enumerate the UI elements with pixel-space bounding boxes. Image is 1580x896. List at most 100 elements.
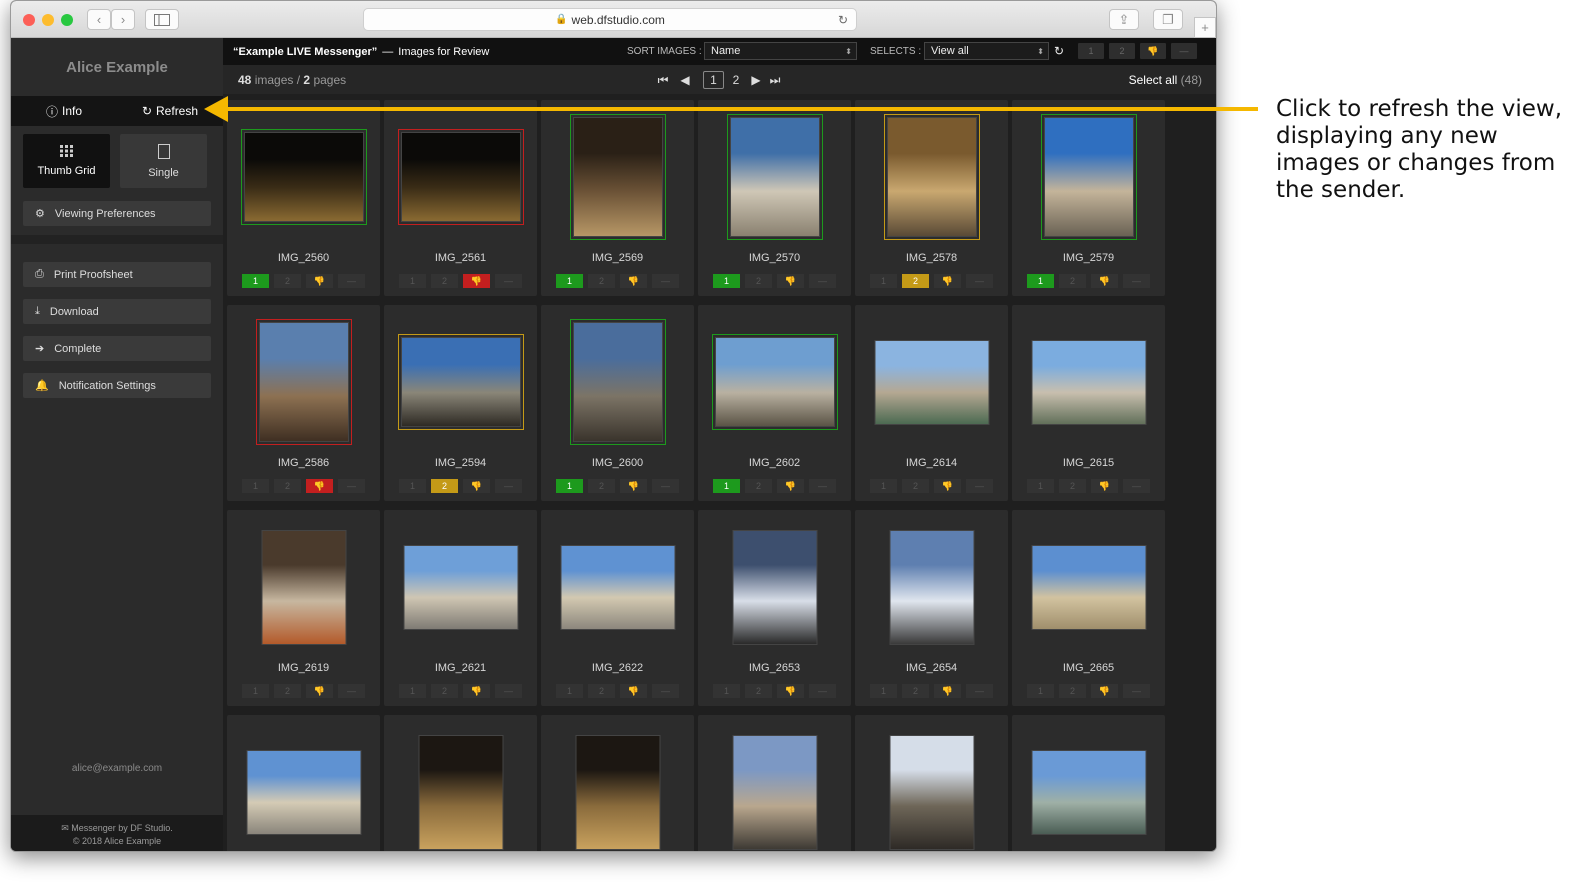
- select-2-button[interactable]: 2: [1059, 274, 1086, 288]
- prev-page-icon[interactable]: ◀: [678, 71, 692, 89]
- thumbs-down-button[interactable]: 👎: [306, 479, 333, 493]
- thumbnail-image[interactable]: [246, 749, 361, 835]
- user-email[interactable]: alice@example.com: [11, 763, 223, 774]
- thumbnail-card[interactable]: [541, 715, 694, 851]
- thumbnail-card[interactable]: [855, 715, 1008, 851]
- clear-select-button[interactable]: —: [1123, 684, 1150, 698]
- thumbs-down-button[interactable]: 👎: [463, 479, 490, 493]
- thumbnail-card[interactable]: IMG_2579 1 2 👎 —: [1012, 100, 1165, 296]
- select-2-button[interactable]: 2: [745, 274, 772, 288]
- thumbnail-card[interactable]: IMG_2586 1 2 👎 —: [227, 305, 380, 501]
- print-proofsheet-button[interactable]: ⎙ Print Proofsheet: [23, 262, 211, 287]
- thumbnail-image[interactable]: [711, 334, 838, 430]
- thumbnail-image[interactable]: [255, 319, 352, 445]
- sidebar-toggle-icon[interactable]: [145, 9, 179, 30]
- thumbnail-card[interactable]: IMG_2602 1 2 👎 —: [698, 305, 851, 501]
- thumb-grid-button[interactable]: Thumb Grid: [23, 134, 110, 188]
- thumbs-down-button[interactable]: 👎: [620, 684, 647, 698]
- select-1-button[interactable]: 1: [242, 274, 269, 288]
- sort-select[interactable]: Name ⬍: [704, 42, 857, 60]
- bulk-thumbs-down-button[interactable]: 👎: [1140, 43, 1166, 59]
- thumbs-down-button[interactable]: 👎: [463, 684, 490, 698]
- address-bar[interactable]: 🔒 web.dfstudio.com ↻: [363, 8, 857, 31]
- new-tab-icon[interactable]: +: [1194, 17, 1216, 38]
- thumbnail-card[interactable]: [227, 715, 380, 851]
- info-tab[interactable]: ⓘ Info: [11, 96, 117, 126]
- viewing-preferences-button[interactable]: ⚙ Viewing Preferences: [23, 201, 211, 226]
- thumbnail-image[interactable]: [397, 129, 524, 225]
- select-2-button[interactable]: 2: [588, 684, 615, 698]
- thumbnail-image[interactable]: [569, 114, 666, 240]
- thumbnail-card[interactable]: IMG_2561 1 2 👎 —: [384, 100, 537, 296]
- select-2-button[interactable]: 2: [274, 479, 301, 493]
- select-1-button[interactable]: 1: [399, 274, 426, 288]
- thumbnail-card[interactable]: IMG_2665 1 2 👎 —: [1012, 510, 1165, 706]
- clear-select-button[interactable]: —: [495, 274, 522, 288]
- select-1-button[interactable]: 1: [1027, 684, 1054, 698]
- page-2-button[interactable]: 2: [729, 71, 743, 89]
- selects-filter-select[interactable]: View all ⬍: [924, 42, 1049, 60]
- thumbnail-card[interactable]: [384, 715, 537, 851]
- next-page-icon[interactable]: ▶: [749, 71, 763, 89]
- select-1-button[interactable]: 1: [556, 684, 583, 698]
- thumbnail-card[interactable]: IMG_2594 1 2 👎 —: [384, 305, 537, 501]
- select-2-button[interactable]: 2: [902, 274, 929, 288]
- clear-select-button[interactable]: —: [1123, 479, 1150, 493]
- forward-icon[interactable]: ›: [111, 9, 135, 30]
- thumbnail-image[interactable]: [575, 734, 660, 850]
- thumbnail-card[interactable]: IMG_2570 1 2 👎 —: [698, 100, 851, 296]
- thumbnail-card[interactable]: IMG_2560 1 2 👎 —: [227, 100, 380, 296]
- thumbnail-card[interactable]: IMG_2578 1 2 👎 —: [855, 100, 1008, 296]
- thumbs-down-button[interactable]: 👎: [934, 684, 961, 698]
- single-view-button[interactable]: Single: [120, 134, 207, 188]
- select-2-button[interactable]: 2: [1059, 684, 1086, 698]
- select-1-button[interactable]: 1: [713, 274, 740, 288]
- thumbs-down-button[interactable]: 👎: [306, 274, 333, 288]
- clear-select-button[interactable]: —: [652, 274, 679, 288]
- select-2-button[interactable]: 2: [431, 274, 458, 288]
- thumbnail-card[interactable]: IMG_2619 1 2 👎 —: [227, 510, 380, 706]
- select-1-button[interactable]: 1: [556, 274, 583, 288]
- clear-select-button[interactable]: —: [809, 479, 836, 493]
- thumbnail-image[interactable]: [732, 734, 817, 850]
- select-1-button[interactable]: 1: [399, 684, 426, 698]
- bulk-select-2-button[interactable]: 2: [1109, 43, 1135, 59]
- thumbs-down-button[interactable]: 👎: [777, 274, 804, 288]
- thumbnail-card[interactable]: IMG_2653 1 2 👎 —: [698, 510, 851, 706]
- thumbnail-image[interactable]: [261, 529, 346, 645]
- select-2-button[interactable]: 2: [431, 479, 458, 493]
- select-1-button[interactable]: 1: [556, 479, 583, 493]
- clear-select-button[interactable]: —: [652, 684, 679, 698]
- share-icon[interactable]: ⇪: [1109, 9, 1139, 30]
- clear-select-button[interactable]: —: [966, 684, 993, 698]
- select-1-button[interactable]: 1: [242, 479, 269, 493]
- close-window-icon[interactable]: [23, 14, 35, 26]
- select-2-button[interactable]: 2: [745, 479, 772, 493]
- thumbs-down-button[interactable]: 👎: [1091, 479, 1118, 493]
- reload-icon[interactable]: ↻: [838, 13, 848, 27]
- thumbnail-card[interactable]: [1012, 715, 1165, 851]
- thumbnail-image[interactable]: [1031, 544, 1146, 630]
- select-1-button[interactable]: 1: [713, 479, 740, 493]
- select-2-button[interactable]: 2: [431, 684, 458, 698]
- zoom-window-icon[interactable]: [61, 14, 73, 26]
- page-1-button[interactable]: 1: [703, 71, 724, 89]
- thumbs-down-button[interactable]: 👎: [1091, 274, 1118, 288]
- select-1-button[interactable]: 1: [870, 684, 897, 698]
- select-1-button[interactable]: 1: [399, 479, 426, 493]
- select-all[interactable]: Select all (48): [1129, 73, 1202, 87]
- select-2-button[interactable]: 2: [588, 274, 615, 288]
- thumbs-down-button[interactable]: 👎: [934, 274, 961, 288]
- notification-settings-button[interactable]: 🔔 Notification Settings: [23, 373, 211, 398]
- select-2-button[interactable]: 2: [1059, 479, 1086, 493]
- thumbnail-image[interactable]: [1031, 339, 1146, 425]
- clear-select-button[interactable]: —: [338, 274, 365, 288]
- thumbnail-card[interactable]: IMG_2621 1 2 👎 —: [384, 510, 537, 706]
- thumbnail-image[interactable]: [874, 339, 989, 425]
- select-2-button[interactable]: 2: [902, 684, 929, 698]
- thumbs-down-button[interactable]: 👎: [777, 684, 804, 698]
- clear-select-button[interactable]: —: [652, 479, 679, 493]
- thumbnail-image[interactable]: [560, 544, 675, 630]
- select-2-button[interactable]: 2: [902, 479, 929, 493]
- select-1-button[interactable]: 1: [713, 684, 740, 698]
